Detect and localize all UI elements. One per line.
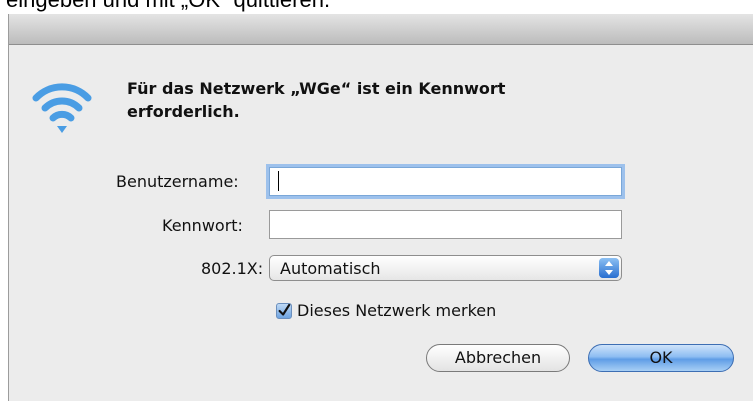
message-line-1: Für das Netzwerk „WGe“ ist ein Kennwort xyxy=(127,79,506,98)
password-dialog xyxy=(8,14,753,401)
remember-network-label[interactable]: Dieses Netzwerk merken xyxy=(297,301,496,320)
message-line-2: erforderlich. xyxy=(127,102,240,121)
dot1x-popup[interactable]: Automatisch xyxy=(269,255,622,281)
intro-text: eingeben und mit „OK“ quittieren. xyxy=(6,0,330,13)
ok-button[interactable]: OK xyxy=(588,344,734,372)
dialog-message: Für das Netzwerk „WGe“ ist ein Kennwort … xyxy=(127,77,505,123)
wifi-icon xyxy=(32,83,92,133)
remember-network-checkbox[interactable] xyxy=(276,303,292,319)
password-input[interactable] xyxy=(269,210,622,239)
dialog-titlebar[interactable] xyxy=(9,14,753,45)
text-caret xyxy=(278,171,279,191)
password-label: Kennwort: xyxy=(162,216,243,235)
username-label: Benutzername: xyxy=(116,172,239,191)
dot1x-selected-value: Automatisch xyxy=(280,259,381,278)
username-input[interactable] xyxy=(269,167,622,196)
page: eingeben und mit „OK“ quittieren. Für da… xyxy=(0,0,753,401)
dot1x-label: 802.1X: xyxy=(201,259,264,278)
cancel-button[interactable]: Abbrechen xyxy=(426,344,570,372)
updown-arrows-icon xyxy=(599,258,619,278)
